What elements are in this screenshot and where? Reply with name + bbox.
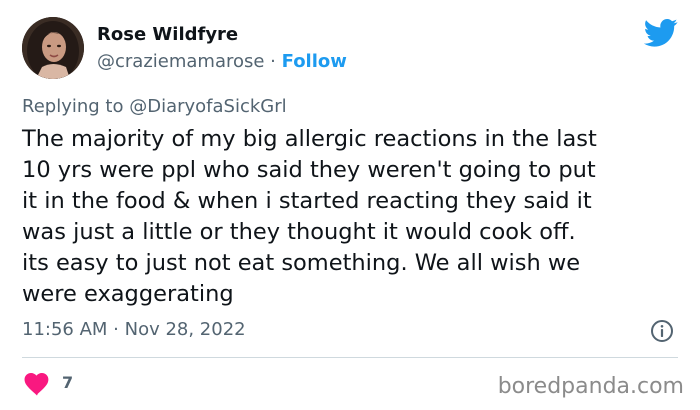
tweet-text-line: it in the food & when i started reacting… bbox=[22, 188, 592, 214]
timestamp-link[interactable]: 11:56 AM · Nov 28, 2022 bbox=[22, 318, 246, 342]
watermark: boredpanda.com bbox=[497, 374, 684, 399]
divider bbox=[22, 357, 678, 358]
tweet-text-line: The majority of my big allergic reaction… bbox=[22, 126, 597, 152]
replying-to-label: Replying to bbox=[22, 96, 130, 117]
author-name[interactable]: Rose Wildfyre bbox=[97, 23, 238, 47]
author-handle-row: @craziemamarose · Follow bbox=[97, 50, 347, 74]
like-count[interactable]: 7 bbox=[62, 372, 73, 394]
separator: · bbox=[264, 51, 282, 72]
author-handle[interactable]: @craziemamarose bbox=[97, 51, 264, 72]
tweet-text: The majority of my big allergic reaction… bbox=[22, 124, 682, 310]
heart-icon[interactable] bbox=[24, 372, 50, 396]
tweet-text-line: 10 yrs were ppl who said they weren't go… bbox=[22, 157, 596, 183]
follow-button[interactable]: Follow bbox=[282, 51, 347, 72]
tweet-text-line: its easy to just not eat something. We a… bbox=[22, 250, 581, 276]
twitter-bird-icon[interactable] bbox=[644, 18, 678, 48]
reply-target-link[interactable]: @DiaryofaSickGrl bbox=[129, 96, 286, 117]
replying-to: Replying to @DiaryofaSickGrl bbox=[22, 95, 287, 119]
avatar-photo bbox=[22, 17, 84, 79]
info-icon[interactable] bbox=[650, 319, 674, 343]
avatar[interactable] bbox=[22, 17, 84, 79]
tweet-text-line: was just a little or they thought it wou… bbox=[22, 219, 576, 245]
tweet-text-line: were exaggerating bbox=[22, 281, 234, 307]
